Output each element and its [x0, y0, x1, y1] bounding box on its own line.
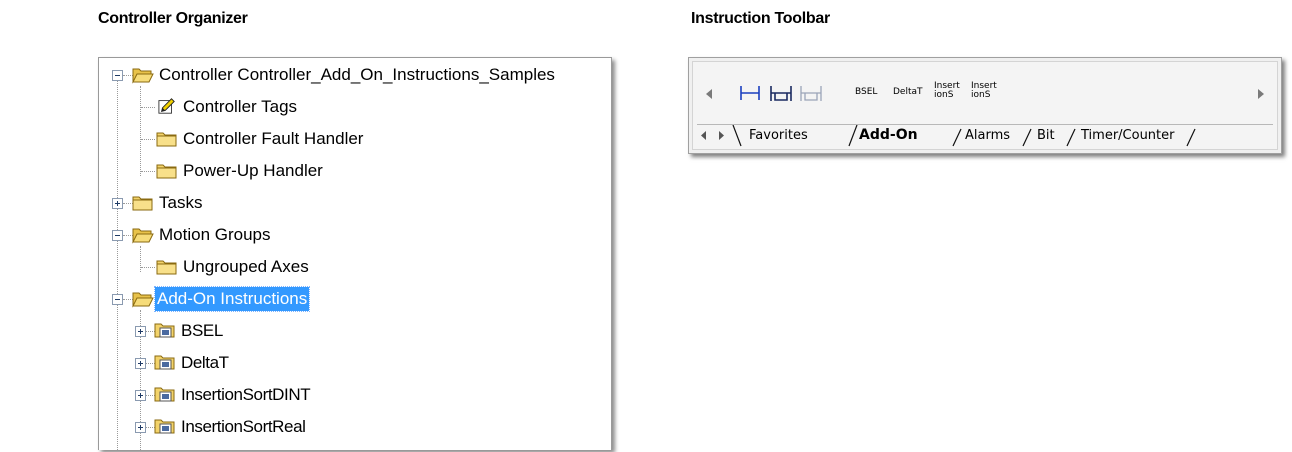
expand-icon[interactable]	[112, 198, 123, 209]
instruction-insertionsortdint[interactable]: Insert ionS	[934, 82, 960, 100]
tab-bit[interactable]: Bit	[1037, 128, 1055, 143]
tab-favorites[interactable]: Favorites	[749, 128, 808, 143]
folder-open-icon	[132, 68, 154, 84]
tree-item-label: Motion Groups	[159, 225, 271, 244]
instruction-toolbar: BSEL DeltaT Insert ionS Insert ionS Favo…	[688, 57, 1282, 154]
folder-open-icon	[132, 228, 154, 244]
aoi-icon	[154, 355, 175, 370]
tree-item-motion-groups[interactable]: Motion Groups	[99, 221, 609, 251]
controller-organizer-tree: Controller Controller_Add_On_Instruction…	[98, 57, 612, 450]
expand-icon[interactable]	[135, 326, 146, 337]
expand-icon[interactable]	[135, 358, 146, 369]
folder-open-icon	[132, 292, 154, 308]
instruction-deltat[interactable]: DeltaT	[893, 88, 923, 97]
scroll-right-icon[interactable]	[1257, 89, 1265, 99]
tab-add-on[interactable]: Add-On	[859, 127, 918, 143]
tree-item-bsel[interactable]: BSEL	[99, 317, 609, 347]
scroll-left-icon[interactable]	[705, 89, 713, 99]
tab-timer-counter[interactable]: Timer/Counter	[1081, 128, 1175, 143]
instruction-bsel[interactable]: BSEL	[855, 88, 877, 97]
aoi-icon	[154, 419, 175, 434]
tree-connector	[141, 171, 155, 172]
folder-icon	[156, 260, 177, 275]
tree-item-controller-fault-handler[interactable]: Controller Fault Handler	[99, 125, 609, 155]
tree-connector	[141, 267, 155, 268]
tree-connector	[141, 107, 155, 108]
toolbar-panel: BSEL DeltaT Insert ionS Insert ionS Favo…	[692, 61, 1278, 150]
instruction-tab-strip: Favorites Add-On Alarms Bit Timer/Counte…	[697, 124, 1273, 147]
tab-scroll-left-icon[interactable]	[701, 131, 707, 140]
tab-scroll-right-icon[interactable]	[719, 131, 725, 140]
aoi-icon	[154, 323, 175, 338]
instruction-insertionsortreal[interactable]: Insert ionS	[971, 82, 997, 100]
folder-icon	[156, 132, 177, 147]
tree-item-tasks[interactable]: Tasks	[99, 189, 609, 219]
tree-item-label: Power-Up Handler	[183, 161, 323, 180]
tree-item-label: Controller Tags	[183, 97, 298, 116]
tree-item-label-selected: Add-On Instructions	[153, 286, 311, 312]
tree-item-label: InsertionSortReal	[181, 417, 306, 436]
collapse-icon[interactable]	[112, 230, 123, 241]
tree-item-label: Ungrouped Axes	[183, 257, 309, 276]
collapse-icon[interactable]	[112, 70, 123, 81]
tags-icon	[158, 98, 175, 114]
branch-icon[interactable]	[769, 84, 793, 102]
tree-item-ungrouped-axes[interactable]: Ungrouped Axes	[99, 253, 609, 283]
folder-icon	[156, 164, 177, 179]
tree-item-label: InsertionSortDINT	[181, 385, 311, 404]
tree-item-label: DeltaT	[181, 353, 229, 372]
tree-item-insertionsortdint[interactable]: InsertionSortDINT	[99, 381, 609, 411]
tree-item-controller[interactable]: Controller Controller_Add_On_Instruction…	[99, 61, 609, 91]
rung-icon[interactable]	[739, 85, 761, 101]
expand-icon[interactable]	[135, 422, 146, 433]
tab-alarms[interactable]: Alarms	[965, 128, 1010, 143]
expand-icon[interactable]	[135, 390, 146, 401]
tree-item-insertionsortreal[interactable]: InsertionSortReal	[99, 413, 609, 443]
tree-connector	[141, 139, 155, 140]
caption-instruction-toolbar: Instruction Toolbar	[691, 10, 830, 27]
branch-level-icon	[800, 86, 822, 101]
tree-item-add-on-instructions[interactable]: Add-On Instructions	[99, 285, 609, 315]
tree-item-label: Controller Fault Handler	[183, 129, 364, 148]
tree-item-label: Controller Controller_Add_On_Instruction…	[159, 65, 555, 84]
caption-controller-organizer: Controller Organizer	[98, 10, 248, 27]
tree-item-controller-tags[interactable]: Controller Tags	[99, 93, 609, 123]
tree-item-label: BSEL	[181, 321, 223, 340]
folder-icon	[132, 196, 153, 211]
aoi-icon	[154, 387, 175, 402]
collapse-icon[interactable]	[112, 294, 123, 305]
tree-item-deltat[interactable]: DeltaT	[99, 349, 609, 379]
tree-item-power-up-handler[interactable]: Power-Up Handler	[99, 157, 609, 187]
tree-item-label: Tasks	[159, 193, 203, 212]
